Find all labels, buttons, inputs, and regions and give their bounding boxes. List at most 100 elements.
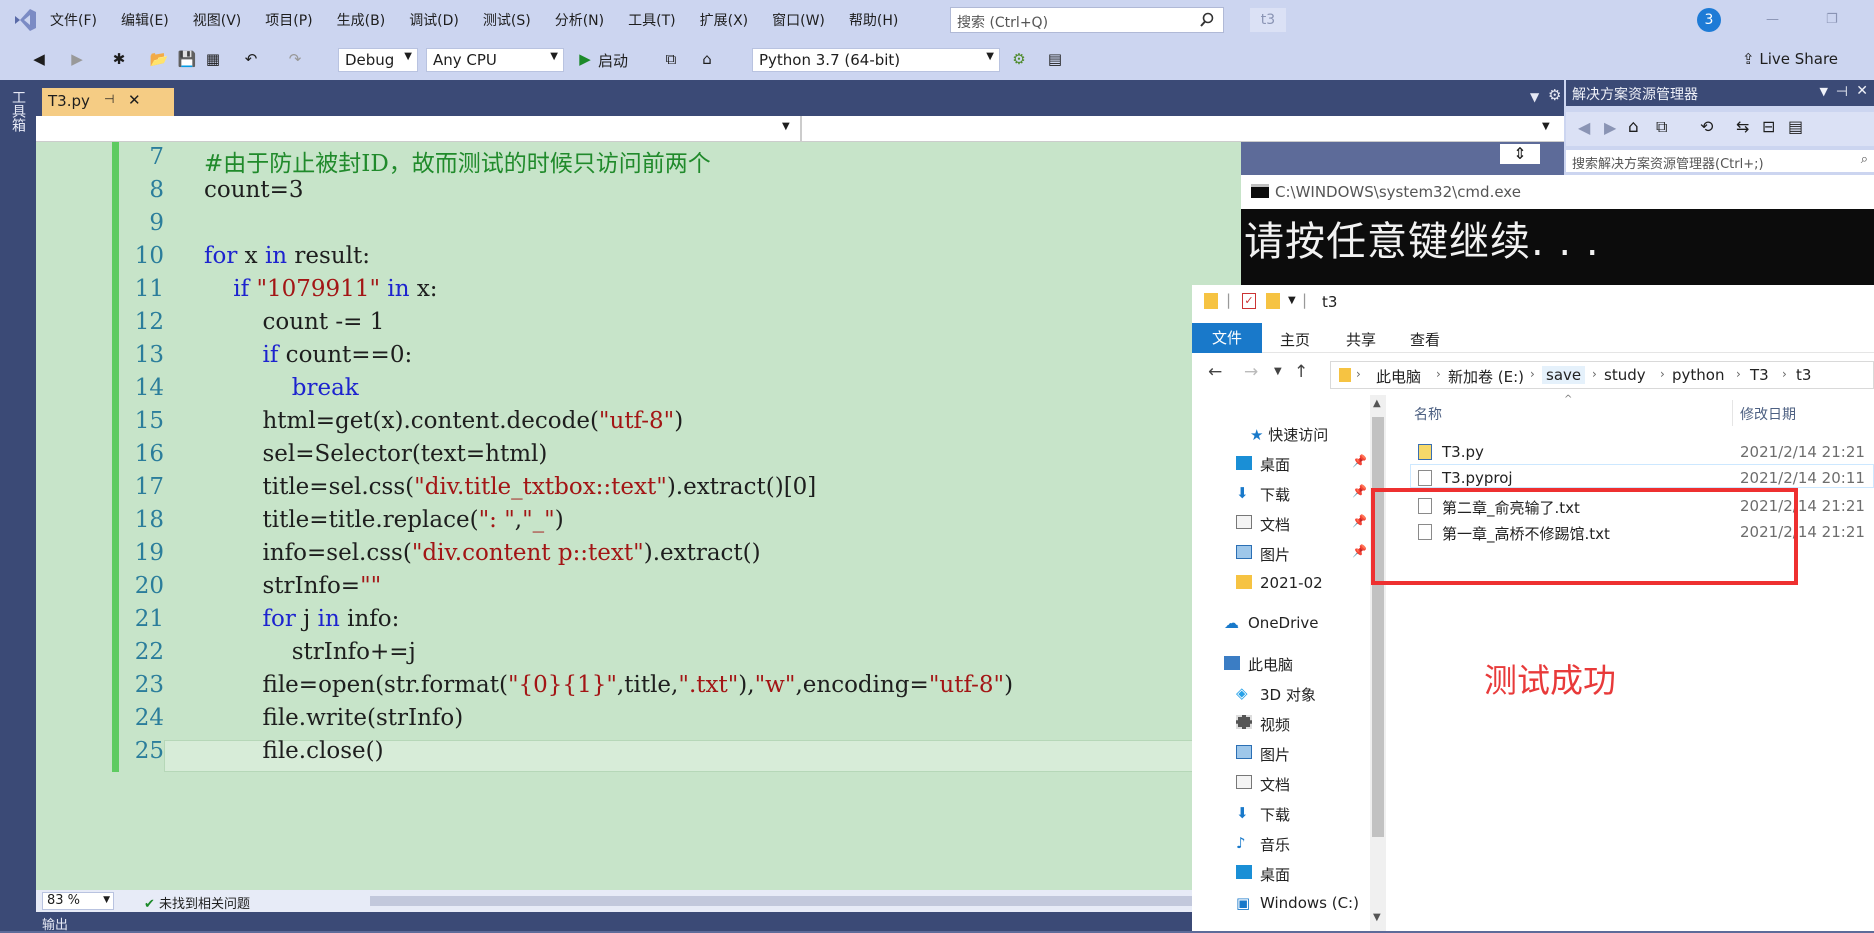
history-icon[interactable]: ⟲	[1700, 117, 1713, 136]
menu-extensions[interactable]: 扩展(X)	[700, 10, 749, 30]
nav-quick-access[interactable]: ★ 快速访问	[1250, 424, 1328, 445]
menu-edit[interactable]: 编辑(E)	[121, 10, 169, 30]
breadcrumb-python[interactable]: python	[1672, 366, 1724, 384]
pin-icon[interactable]: ⊣	[1836, 84, 1848, 100]
new-project-icon[interactable]: ✱	[108, 48, 130, 70]
menu-analyze[interactable]: 分析(N)	[555, 10, 604, 30]
horizontal-scrollbar[interactable]	[370, 896, 1230, 906]
toolbox-tab[interactable]: 工具箱	[10, 90, 26, 132]
forward-arrow-icon[interactable]: →	[1244, 362, 1258, 382]
nav-pictures[interactable]: 图片	[1260, 544, 1290, 565]
nav-desktop-pc[interactable]: 桌面	[1260, 864, 1290, 885]
breadcrumb-this-pc[interactable]: 此电脑	[1376, 366, 1421, 387]
redo-icon[interactable]: ↷	[284, 48, 306, 70]
minimize-icon[interactable]: —	[1766, 12, 1782, 28]
pin-icon[interactable]: 📌	[1352, 484, 1367, 498]
breadcrumb-t3-upper[interactable]: T3	[1750, 366, 1769, 384]
column-header-date[interactable]: 修改日期	[1740, 404, 1796, 424]
config-select[interactable]: Debug ▼	[338, 48, 418, 72]
layout-icon[interactable]: ▤	[1044, 48, 1066, 70]
menu-window[interactable]: 窗口(W)	[772, 10, 825, 30]
nav-documents-pc[interactable]: 文档	[1260, 774, 1290, 795]
properties-icon[interactable]: ▤	[1788, 117, 1803, 136]
up-arrow-icon[interactable]: ↑	[1294, 362, 1308, 382]
nav-music[interactable]: 音乐	[1260, 834, 1290, 855]
nav-pictures-pc[interactable]: 图片	[1260, 744, 1290, 765]
notification-badge[interactable]: 3	[1697, 8, 1721, 32]
undo-icon[interactable]: ↶	[240, 48, 262, 70]
chevron-down-icon[interactable]: ▼	[1542, 121, 1550, 132]
zoom-select[interactable]: 83 % ▼	[42, 892, 114, 910]
forward-icon[interactable]: ▶	[66, 48, 88, 70]
nav-downloads[interactable]: 下载	[1260, 484, 1290, 505]
ribbon-tab-home[interactable]: 主页	[1280, 329, 1310, 350]
output-panel-tab[interactable]: 输出	[36, 912, 1241, 933]
scroll-up-icon[interactable]: ▲	[1373, 398, 1381, 409]
save-all-icon[interactable]: ▦	[202, 48, 224, 70]
close-icon[interactable]: ✕	[128, 91, 141, 109]
nav-scroll-thumb[interactable]	[1372, 417, 1384, 837]
pin-icon[interactable]: 📌	[1352, 454, 1367, 468]
save-icon[interactable]: 💾	[176, 48, 198, 70]
search-input[interactable]: 搜索 (Ctrl+Q)	[950, 7, 1224, 33]
pin-icon[interactable]: 📌	[1352, 514, 1367, 528]
switch-view-icon[interactable]: ⧉	[1656, 117, 1667, 137]
liveshare-button[interactable]: ⇪ Live Share	[1742, 50, 1838, 68]
column-header-name[interactable]: 名称	[1414, 404, 1442, 424]
nav-downloads-pc[interactable]: 下载	[1260, 804, 1290, 825]
tab-t3-py[interactable]: T3.py ⊣ ✕	[42, 88, 174, 116]
chevron-down-icon[interactable]: ▼	[1288, 295, 1296, 306]
menu-build[interactable]: 生成(B)	[337, 10, 386, 30]
close-icon[interactable]: ✕	[1856, 83, 1868, 99]
chevron-down-icon[interactable]: ▼	[1820, 85, 1828, 98]
menu-view[interactable]: 视图(V)	[193, 10, 242, 30]
new-folder-icon[interactable]	[1266, 293, 1280, 309]
nav-documents[interactable]: 文档	[1260, 514, 1290, 535]
ribbon-tab-view[interactable]: 查看	[1410, 329, 1440, 350]
nav-drive-c[interactable]: Windows (C:)	[1260, 894, 1359, 912]
maximize-icon[interactable]: ❐	[1826, 12, 1842, 28]
open-icon[interactable]: 📂	[148, 48, 170, 70]
collapse-icon[interactable]: ⊟	[1762, 117, 1775, 136]
play-icon[interactable]: ▶	[574, 48, 596, 70]
file-row-name[interactable]: T3.pyproj	[1442, 469, 1513, 487]
pin-icon[interactable]: ⊣	[104, 92, 114, 106]
navigation-bar[interactable]: ▼ ▼	[36, 116, 1564, 142]
menu-debug[interactable]: 调试(D)	[409, 10, 459, 30]
menu-file[interactable]: 文件(F)	[50, 10, 97, 30]
nav-desktop[interactable]: 桌面	[1260, 454, 1290, 475]
start-button[interactable]: 启动	[598, 50, 628, 71]
menu-test[interactable]: 测试(S)	[483, 10, 531, 30]
platform-select[interactable]: Any CPU ▼	[426, 48, 564, 72]
attach-icon[interactable]: ⧉	[660, 48, 682, 70]
back-icon[interactable]: ◀	[28, 48, 50, 70]
chevron-down-icon[interactable]: ▼	[782, 121, 790, 132]
split-editor-icon[interactable]: ⇕	[1500, 144, 1540, 164]
chevron-down-icon[interactable]: ▼	[1274, 366, 1282, 377]
nav-videos[interactable]: 视频	[1260, 714, 1290, 735]
menu-help[interactable]: 帮助(H)	[849, 10, 898, 30]
browser-icon[interactable]: ⌂	[696, 48, 718, 70]
breadcrumb-drive-e[interactable]: 新加卷 (E:)	[1448, 366, 1524, 387]
gear-icon[interactable]: ⚙	[1548, 86, 1561, 104]
file-row-name[interactable]: T3.py	[1442, 443, 1484, 461]
scroll-down-icon[interactable]: ▼	[1373, 912, 1381, 923]
chevron-down-icon[interactable]: ▼	[1530, 90, 1539, 104]
home-icon[interactable]: ⌂	[1628, 117, 1639, 137]
environment-select[interactable]: Python 3.7 (64-bit) ▼	[752, 48, 1000, 72]
python-env-icon[interactable]: ⚙	[1008, 48, 1030, 70]
back-icon[interactable]: ◀	[1578, 118, 1590, 137]
forward-icon[interactable]: ▶	[1604, 118, 1616, 137]
breadcrumb-save[interactable]: save	[1542, 366, 1586, 384]
solution-search-input[interactable]: 搜索解决方案资源管理器(Ctrl+;) ⌕	[1566, 150, 1874, 172]
back-arrow-icon[interactable]: ←	[1208, 362, 1222, 382]
breadcrumb-t3[interactable]: t3	[1796, 366, 1811, 384]
nav-3d-objects[interactable]: 3D 对象	[1260, 684, 1316, 705]
breadcrumb-study[interactable]: study	[1604, 366, 1646, 384]
sync-icon[interactable]: ⇆	[1736, 117, 1749, 136]
menu-project[interactable]: 项目(P)	[265, 10, 312, 30]
ribbon-tab-share[interactable]: 共享	[1346, 329, 1376, 350]
properties-check-icon[interactable]: ✓	[1242, 293, 1256, 309]
nav-onedrive[interactable]: OneDrive	[1248, 614, 1319, 632]
nav-folder-2021-02[interactable]: 2021-02	[1260, 574, 1323, 592]
